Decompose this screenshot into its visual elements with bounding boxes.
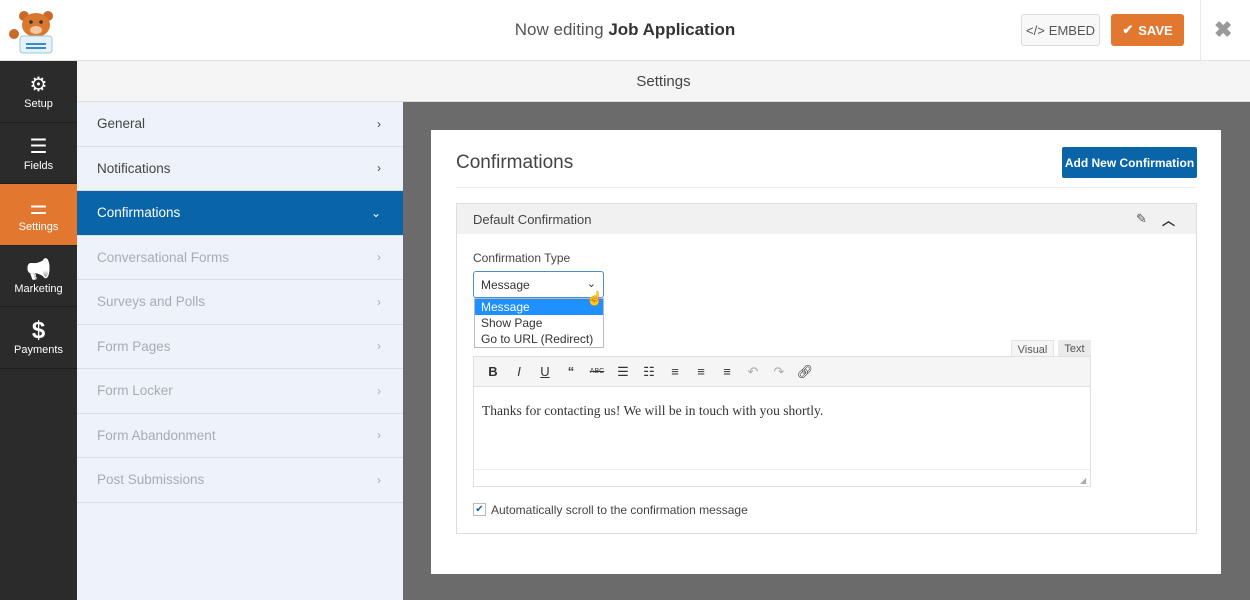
- panel-item-notifications[interactable]: Notifications ›: [77, 147, 403, 191]
- option-show-page[interactable]: Show Page: [475, 315, 603, 331]
- sliders-icon: ⚌: [29, 197, 48, 220]
- chevron-right-icon: ›: [377, 428, 381, 443]
- panel-item-post-submissions[interactable]: Post Submissions ›: [77, 458, 403, 503]
- redo-icon[interactable]: ↷: [768, 364, 790, 380]
- panel-item-general[interactable]: General ›: [77, 102, 403, 147]
- panel-item-form-pages[interactable]: Form Pages ›: [77, 325, 403, 369]
- underline-icon[interactable]: U: [534, 364, 556, 379]
- undo-icon[interactable]: ↶: [742, 364, 764, 380]
- title-prefix: Now editing: [514, 20, 604, 39]
- list-icon: ☰: [29, 135, 48, 158]
- editor-text[interactable]: Thanks for contacting us! We will be in …: [482, 403, 823, 419]
- settings-bar: Settings: [77, 61, 1250, 102]
- save-button[interactable]: ✔ SAVE: [1111, 14, 1184, 46]
- item-label: Conversational Forms: [97, 249, 230, 265]
- embed-button[interactable]: </> EMBED: [1021, 14, 1100, 46]
- nav-label: Fields: [23, 159, 54, 172]
- nav-fields[interactable]: ☰ Fields: [0, 123, 77, 184]
- nav-label: Payments: [14, 344, 63, 357]
- item-label: Form Abandonment: [97, 427, 216, 443]
- section-title: Confirmations: [456, 152, 574, 173]
- item-label: General: [97, 116, 146, 132]
- divider: [1200, 0, 1201, 61]
- pencil-icon[interactable]: ✎: [1136, 211, 1147, 227]
- selected-value: Message: [481, 278, 530, 292]
- close-icon[interactable]: ✖: [1214, 17, 1232, 43]
- bold-icon[interactable]: B: [482, 364, 504, 379]
- item-label: Form Locker: [97, 383, 173, 399]
- megaphone-icon: 📢: [26, 258, 51, 281]
- resize-handle-icon[interactable]: ◢: [1080, 476, 1086, 485]
- item-label: Form Pages: [97, 338, 171, 354]
- blockquote-icon[interactable]: “: [560, 364, 582, 379]
- dollar-icon: $: [31, 317, 46, 345]
- align-center-icon[interactable]: ≡: [690, 364, 712, 379]
- chevron-right-icon: ›: [377, 294, 381, 309]
- chevron-right-icon: ›: [377, 116, 381, 131]
- nav-marketing[interactable]: 📢 Marketing: [0, 246, 77, 307]
- nav-label: Setup: [24, 98, 53, 111]
- item-label: Confirmations: [97, 205, 181, 221]
- dropdown-options: Message Show Page Go to URL (Redirect): [474, 298, 604, 348]
- chevron-right-icon: ›: [377, 250, 381, 265]
- nav-setup[interactable]: ⚙ Setup: [0, 61, 77, 123]
- panel-item-confirmations[interactable]: Confirmations ⌄: [77, 191, 403, 236]
- form-name: Job Application: [608, 20, 736, 39]
- nav-settings[interactable]: ⚌ Settings: [0, 184, 77, 246]
- nav-payments[interactable]: $ Payments: [0, 307, 77, 369]
- hand-cursor-icon: ☝: [586, 290, 604, 306]
- align-right-icon[interactable]: ≡: [716, 364, 738, 379]
- panel-item-surveys-polls[interactable]: Surveys and Polls ›: [77, 280, 403, 325]
- message-editor[interactable]: [473, 387, 1091, 487]
- settings-panel: General › Notifications › Confirmations ⌄ C…: [77, 102, 403, 600]
- add-new-confirmation-button[interactable]: Add New Confirmation: [1062, 147, 1197, 178]
- option-redirect[interactable]: Go to URL (Redirect): [475, 331, 603, 347]
- save-label: SAVE: [1138, 22, 1173, 38]
- panel-item-form-locker[interactable]: Form Locker ›: [77, 369, 403, 414]
- panel-item-conversational-forms[interactable]: Conversational Forms ›: [77, 236, 403, 280]
- link-icon[interactable]: 🔗︎: [794, 364, 816, 380]
- confirmation-type-label: Confirmation Type: [473, 251, 571, 265]
- numbered-list-icon[interactable]: ☷: [638, 364, 660, 380]
- chevron-down-icon: ⌄: [586, 278, 596, 290]
- align-left-icon[interactable]: ≡: [664, 364, 686, 379]
- item-label: Notifications: [97, 160, 171, 176]
- panel-item-form-abandonment[interactable]: Form Abandonment ›: [77, 414, 403, 458]
- nav-label: Settings: [18, 221, 59, 234]
- check-icon: ✔: [1122, 22, 1134, 37]
- divider: [456, 187, 1197, 188]
- gear-icon: ⚙: [29, 74, 48, 97]
- chevron-right-icon: ›: [377, 383, 381, 398]
- item-label: Post Submissions: [97, 472, 205, 488]
- confirmation-box-header[interactable]: Default Confirmation: [457, 204, 1196, 234]
- option-message[interactable]: Message: [475, 299, 603, 315]
- confirmation-type-select[interactable]: Message ⌄: [473, 271, 604, 298]
- item-label: Surveys and Polls: [97, 294, 206, 310]
- nav-label: Marketing: [14, 282, 63, 295]
- left-nav: ⚙ Setup ☰ Fields ⚌ Settings 📢 Marketing $ Pay…: [0, 61, 77, 600]
- chevron-right-icon: ›: [377, 161, 381, 176]
- autoscroll-checkbox[interactable]: ✔: [473, 503, 486, 516]
- autoscroll-label[interactable]: Automatically scroll to the confirmation…: [491, 503, 748, 517]
- chevron-right-icon: ›: [377, 472, 381, 487]
- italic-icon[interactable]: I: [508, 364, 530, 379]
- chevron-up-icon[interactable]: ︿: [1162, 210, 1175, 229]
- bullet-list-icon[interactable]: ☰: [612, 364, 634, 380]
- strikethrough-icon[interactable]: ABC: [586, 368, 608, 375]
- editor-toolbar: B I U “ ABC ☰ ☷ ≡ ≡ ≡ ↶ ↷ 🔗︎: [473, 356, 1091, 387]
- chevron-down-icon: ⌄: [370, 205, 381, 220]
- divider: [474, 469, 1090, 470]
- code-icon: </>: [1025, 22, 1045, 38]
- chevron-right-icon: ›: [377, 339, 381, 354]
- embed-label: EMBED: [1048, 22, 1096, 38]
